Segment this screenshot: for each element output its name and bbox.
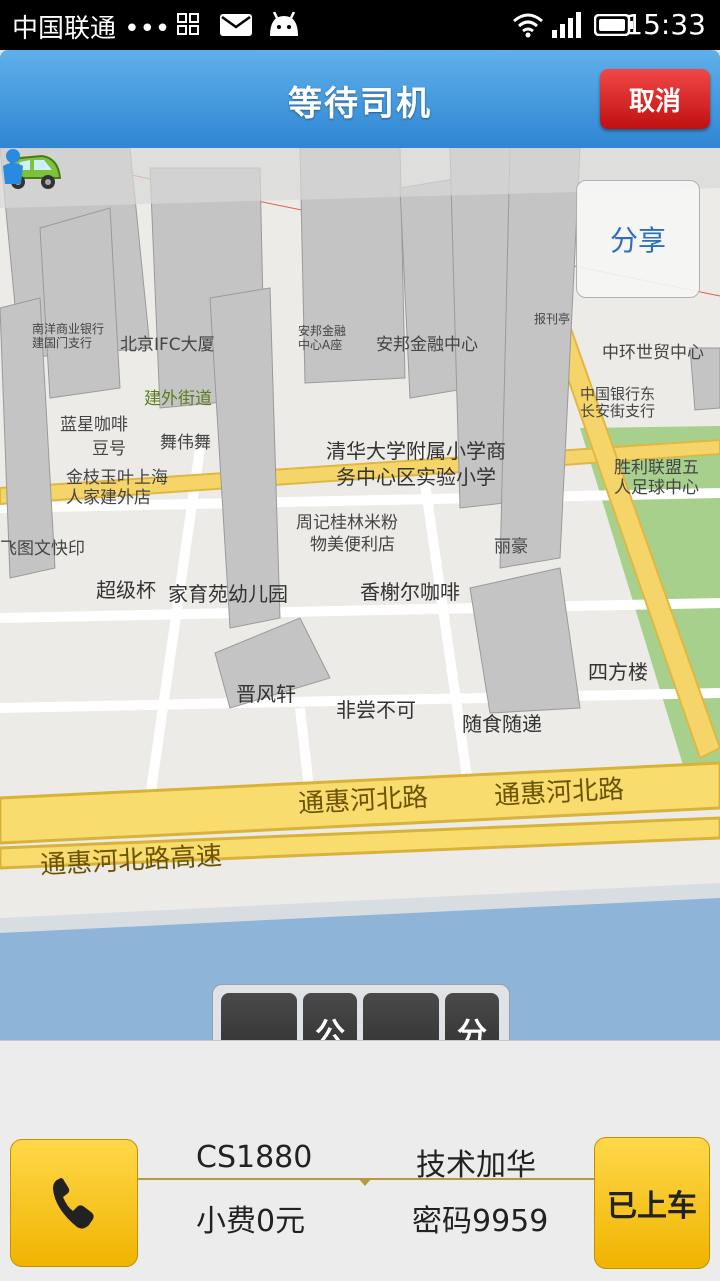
clock: 15:33 <box>625 8 706 41</box>
apps-icon <box>177 13 199 35</box>
poi-label[interactable]: 豆号 <box>92 434 126 459</box>
boarded-button[interactable]: 已上车 <box>594 1137 710 1269</box>
poi-label[interactable]: 四方楼 <box>588 656 648 685</box>
poi-label[interactable]: 飞图文快印 <box>0 534 85 559</box>
poi-label[interactable]: 中国银行东 长安街支行 <box>580 386 655 420</box>
pickup-code: 密码9959 <box>412 1204 549 1239</box>
poi-label[interactable]: 南洋商业银行 建国门支行 <box>32 322 104 350</box>
carrier-name: 中国联通 ••• <box>12 14 171 44</box>
poi-label[interactable]: 建外街道 <box>144 384 212 409</box>
driver-panel: 已上车 <box>0 1040 720 1281</box>
map-view[interactable]: 南洋商业银行 建国门支行 北京IFC大厦 安邦金融 中心A座 安邦金融中心 报刊… <box>0 148 720 1040</box>
poi-label[interactable]: 超级杯 <box>96 574 156 603</box>
poi-label[interactable]: 非尝不可 <box>336 694 416 723</box>
poi-label[interactable]: 晋风轩 <box>236 678 296 707</box>
phone-icon <box>53 1178 94 1229</box>
poi-label[interactable]: 报刊亭 <box>534 310 570 327</box>
poi-label[interactable]: 随食随递 <box>462 708 542 737</box>
poi-label[interactable]: 舞伟舞 <box>160 428 211 453</box>
call-driver-button[interactable] <box>10 1139 138 1267</box>
poi-label[interactable]: 中环世贸中心 <box>602 338 704 363</box>
signal-icon <box>552 12 581 38</box>
poi-label[interactable]: 家育苑幼儿园 <box>168 578 288 607</box>
poi-label[interactable]: 清华大学附属小学商 务中心区实验小学 <box>326 438 506 490</box>
cancel-button[interactable]: 取消 <box>600 69 710 129</box>
share-button[interactable]: 分享 <box>576 180 700 298</box>
passenger-icon[interactable] <box>0 148 26 186</box>
poi-label[interactable]: 胜利联盟五 人足球中心 <box>614 458 699 498</box>
poi-label[interactable]: 丽豪 <box>494 532 528 557</box>
poi-label[interactable]: 安邦金融 中心A座 <box>298 324 346 352</box>
poi-label[interactable]: 北京IFC大厦 <box>120 330 215 355</box>
poi-label[interactable]: 蓝星咖啡 <box>60 410 128 435</box>
title-bar: 等待司机 取消 <box>0 50 720 148</box>
status-bar: 中国联通 ••• 15:33 <box>0 0 720 50</box>
poi-label[interactable]: 香榭尔咖啡 <box>360 576 460 605</box>
plate-number: CS1880 <box>196 1140 313 1175</box>
poi-label[interactable]: 金枝玉叶上海 人家建外店 <box>66 468 168 508</box>
poi-label[interactable]: 安邦金融中心 <box>376 330 478 355</box>
mail-icon <box>220 14 252 36</box>
road-label: 通惠河北路 <box>297 782 429 820</box>
android-icon <box>270 11 298 36</box>
wifi-icon <box>513 13 543 38</box>
poi-label[interactable]: 物美便利店 <box>310 530 395 555</box>
tip-amount: 小费0元 <box>196 1204 306 1239</box>
road-label: 通惠河北路 <box>493 774 625 812</box>
divider-arrow-icon <box>358 1178 372 1186</box>
